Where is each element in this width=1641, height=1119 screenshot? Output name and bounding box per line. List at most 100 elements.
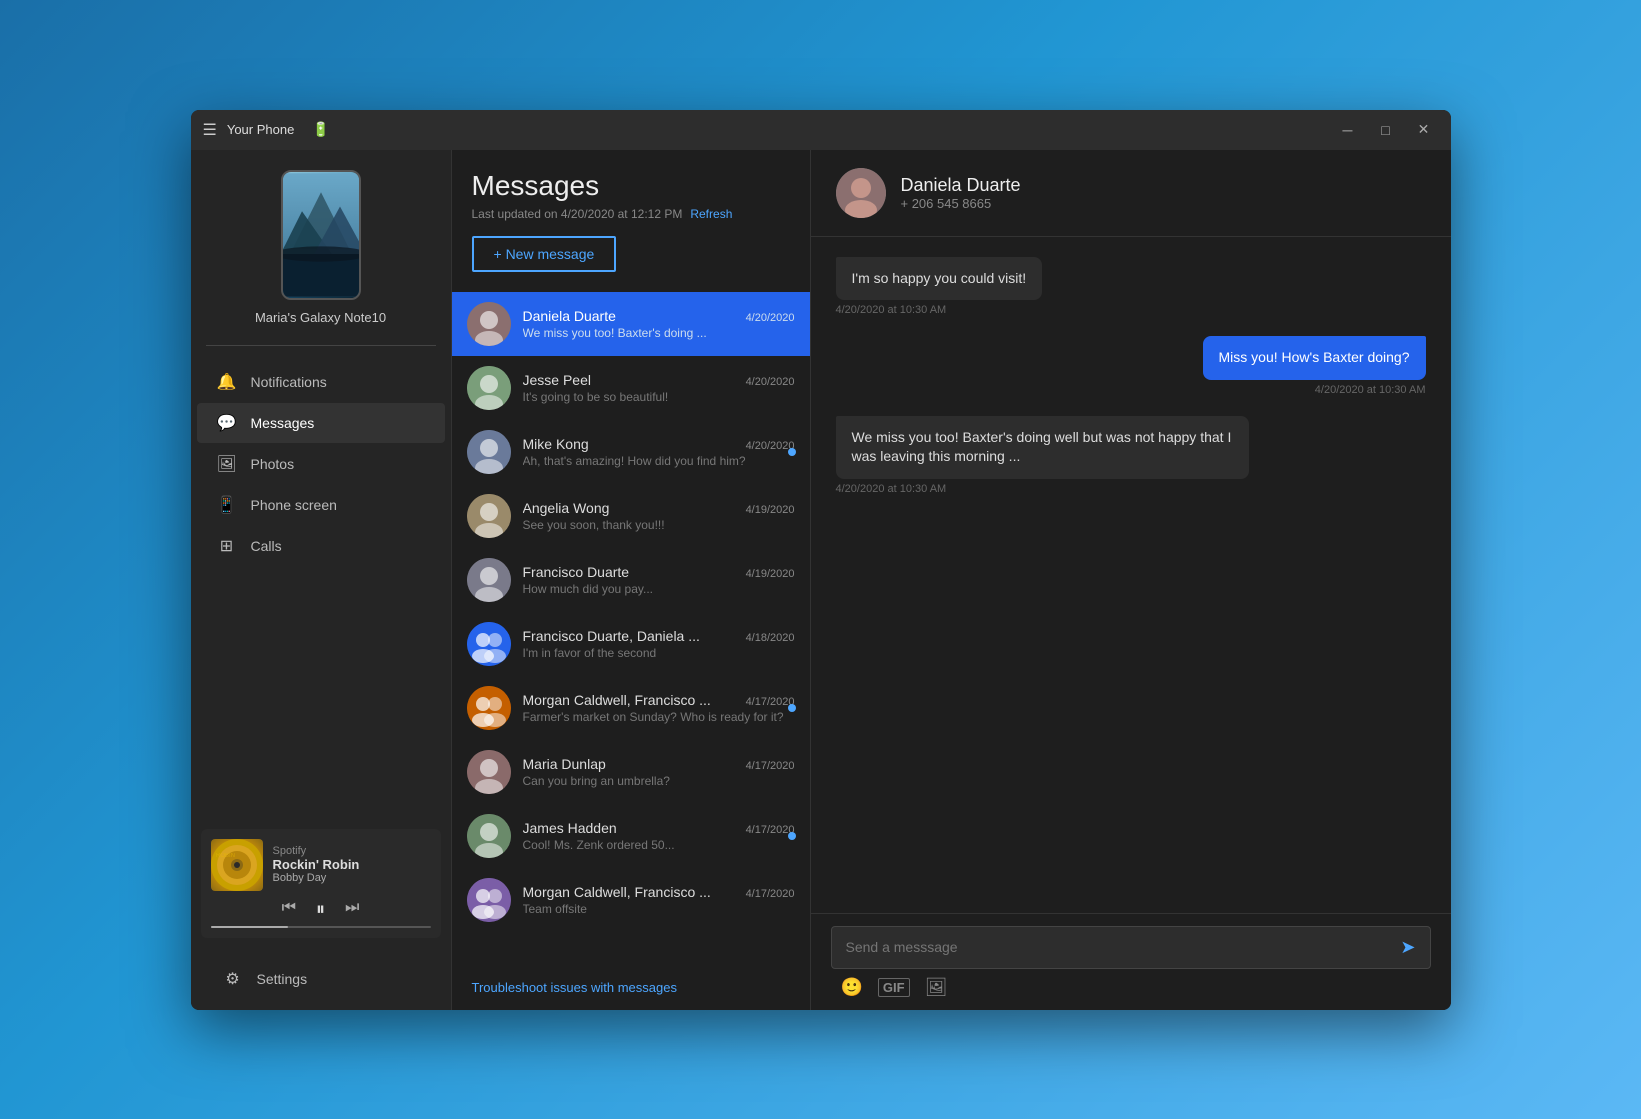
avatar [467, 686, 511, 730]
photos-icon: 🖼 [217, 454, 237, 474]
menu-icon[interactable]: ☰ [203, 120, 217, 140]
conv-name: Morgan Caldwell, Francisco ... [523, 884, 711, 900]
conv-name: Mike Kong [523, 436, 589, 452]
conv-preview: How much did you pay... [523, 582, 795, 596]
close-button[interactable]: ✕ [1409, 115, 1439, 145]
settings-icon: ⚙ [223, 969, 243, 989]
sidebar-item-notifications[interactable]: 🔔 Notifications [197, 362, 445, 402]
list-item[interactable]: Maria Dunlap 4/17/2020 Can you bring an … [452, 740, 810, 804]
phone-display: Maria's Galaxy Note10 [191, 150, 451, 340]
conv-preview: See you soon, thank you!!! [523, 518, 795, 532]
messages-panel: Messages Last updated on 4/20/2020 at 12… [451, 150, 811, 1010]
conv-body: Angelia Wong 4/19/2020 See you soon, tha… [523, 500, 795, 532]
sidebar-item-phone-screen[interactable]: 📱 Phone screen [197, 485, 445, 525]
conv-name: Angelia Wong [523, 500, 610, 516]
list-item[interactable]: Morgan Caldwell, Francisco ... 4/17/2020… [452, 868, 810, 932]
list-item[interactable]: Daniela Duarte 4/20/2020 We miss you too… [452, 292, 810, 356]
conv-name: James Hadden [523, 820, 617, 836]
music-title: Rockin' Robin [273, 857, 431, 872]
messages-subtitle: Last updated on 4/20/2020 at 12:12 PM Re… [472, 207, 790, 221]
music-text: Spotify Rockin' Robin Bobby Day [273, 845, 431, 884]
conv-date: 4/20/2020 [746, 376, 795, 388]
messages-label: Messages [251, 415, 315, 431]
play-pause-button[interactable]: ⏸ [316, 899, 325, 920]
list-item[interactable]: Jesse Peel 4/20/2020 It's going to be so… [452, 356, 810, 420]
conv-body: Maria Dunlap 4/17/2020 Can you bring an … [523, 756, 795, 788]
last-updated-text: Last updated on 4/20/2020 at 12:12 PM [472, 207, 683, 221]
maximize-button[interactable]: □ [1371, 115, 1401, 145]
image-button[interactable]: 🖼 [925, 977, 948, 998]
prev-track-button[interactable]: ⏮ [282, 899, 296, 920]
conv-date: 4/17/2020 [746, 760, 795, 772]
message-wrapper: Miss you! How's Baxter doing? 4/20/2020 … [836, 336, 1426, 396]
svg-text:ROBIN: ROBIN [216, 853, 235, 859]
unread-indicator [788, 448, 796, 456]
conv-preview: Farmer's market on Sunday? Who is ready … [523, 710, 795, 724]
chat-toolbar-icons: 🙂 GIF 🖼 [831, 977, 1431, 998]
sidebar-item-calls[interactable]: ⊞ Calls [197, 526, 445, 566]
avatar [467, 750, 511, 794]
music-progress-bar[interactable] [211, 926, 431, 928]
album-art-inner: ROBIN [211, 839, 263, 891]
chat-contact-phone: + 206 545 8665 [901, 196, 1426, 211]
conv-name: Jesse Peel [523, 372, 591, 388]
sidebar: Maria's Galaxy Note10 🔔 Notifications 💬 … [191, 150, 451, 1010]
conv-name: Francisco Duarte [523, 564, 630, 580]
chat-input-row: ➤ [831, 926, 1431, 969]
album-art: ROBIN [211, 839, 263, 891]
conversation-list: Daniela Duarte 4/20/2020 We miss you too… [452, 292, 810, 965]
refresh-link[interactable]: Refresh [690, 207, 732, 221]
app-window: ☰ Your Phone 🔋 ─ □ ✕ [191, 110, 1451, 1010]
next-track-button[interactable]: ⏭ [345, 899, 359, 920]
message-wrapper: We miss you too! Baxter's doing well but… [836, 416, 1426, 495]
conv-date: 4/20/2020 [746, 312, 795, 324]
avatar [467, 558, 511, 602]
photos-label: Photos [251, 456, 295, 472]
chat-header: Daniela Duarte + 206 545 8665 [811, 150, 1451, 237]
conv-preview: We miss you too! Baxter's doing ... [523, 326, 795, 340]
gif-button[interactable]: GIF [878, 978, 910, 997]
message-bubble: Miss you! How's Baxter doing? [1203, 336, 1426, 380]
avatar [467, 302, 511, 346]
sidebar-item-photos[interactable]: 🖼 Photos [197, 444, 445, 484]
sidebar-item-messages[interactable]: 💬 Messages [197, 403, 445, 443]
message-bubble: I'm so happy you could visit! [836, 257, 1043, 301]
emoji-button[interactable]: 🙂 [841, 977, 863, 998]
messages-title: Messages [472, 170, 790, 202]
troubleshoot-link[interactable]: Troubleshoot issues with messages [452, 965, 810, 1010]
sidebar-item-settings[interactable]: ⚙ Settings [203, 959, 439, 999]
conv-name: Morgan Caldwell, Francisco ... [523, 692, 711, 708]
list-item[interactable]: Mike Kong 4/20/2020 Ah, that's amazing! … [452, 420, 810, 484]
chat-contact-name: Daniela Duarte [901, 175, 1426, 196]
message-bubble: We miss you too! Baxter's doing well but… [836, 416, 1249, 479]
list-item[interactable]: Francisco Duarte, Daniela ... 4/18/2020 … [452, 612, 810, 676]
messages-header: Messages Last updated on 4/20/2020 at 12… [452, 150, 810, 292]
list-item[interactable]: Angelia Wong 4/19/2020 See you soon, tha… [452, 484, 810, 548]
avatar [467, 366, 511, 410]
phone-device-name: Maria's Galaxy Note10 [255, 310, 386, 325]
send-button[interactable]: ➤ [1400, 937, 1415, 958]
phone-mockup [281, 170, 361, 300]
phone-wallpaper [283, 172, 359, 298]
chat-contact-info: Daniela Duarte + 206 545 8665 [901, 175, 1426, 211]
new-message-button[interactable]: + New message [472, 236, 617, 272]
conv-date: 4/18/2020 [746, 632, 795, 644]
chat-messages-area: I'm so happy you could visit! 4/20/2020 … [811, 237, 1451, 913]
list-item[interactable]: James Hadden 4/17/2020 Cool! Ms. Zenk or… [452, 804, 810, 868]
phone-screen-icon: 📱 [217, 495, 237, 515]
message-time: 4/20/2020 at 10:30 AM [1315, 384, 1426, 396]
conv-body: Morgan Caldwell, Francisco ... 4/17/2020… [523, 884, 795, 916]
conv-preview: It's going to be so beautiful! [523, 390, 795, 404]
avatar [467, 814, 511, 858]
conv-date: 4/19/2020 [746, 568, 795, 580]
conv-body: Daniela Duarte 4/20/2020 We miss you too… [523, 308, 795, 340]
music-artist: Bobby Day [273, 872, 431, 884]
message-input[interactable] [846, 939, 1391, 955]
minimize-button[interactable]: ─ [1333, 115, 1363, 145]
list-item[interactable]: Francisco Duarte 4/19/2020 How much did … [452, 548, 810, 612]
sidebar-footer: ⚙ Settings [191, 948, 451, 1010]
calls-label: Calls [251, 538, 282, 554]
battery-icon: 🔋 [312, 121, 329, 138]
list-item[interactable]: Morgan Caldwell, Francisco ... 4/17/2020… [452, 676, 810, 740]
conv-body: James Hadden 4/17/2020 Cool! Ms. Zenk or… [523, 820, 795, 852]
